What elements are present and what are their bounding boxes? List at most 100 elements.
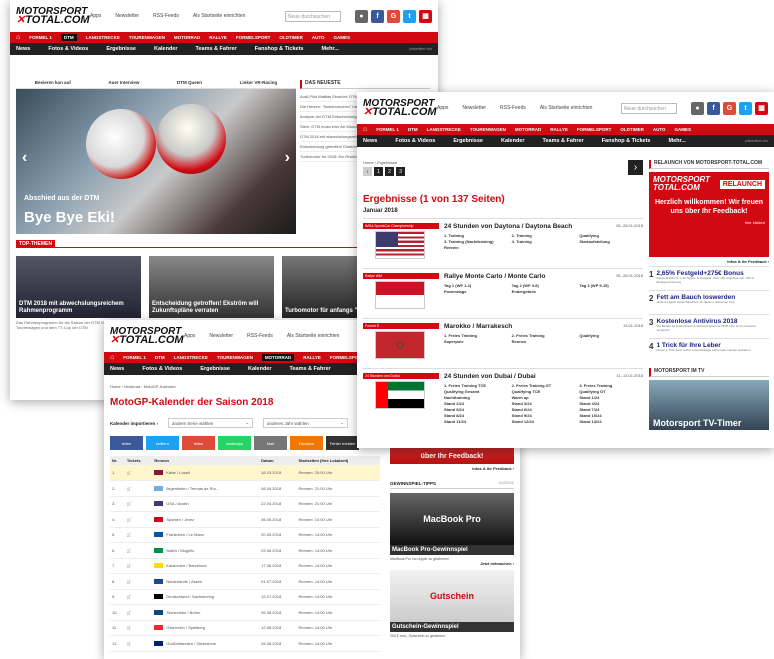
nav2-ergebnisse[interactable]: Ergebnisse	[453, 138, 483, 144]
nav-auto[interactable]: AUTO	[312, 35, 325, 40]
ticket-icon[interactable]: 🛒	[124, 620, 153, 636]
relaunch-more-link[interactable]: hier klicken	[653, 220, 765, 225]
session-link[interactable]: Stand 11/24	[444, 419, 508, 424]
session-link[interactable]: Stand 4/24	[579, 401, 643, 406]
nav-formel1[interactable]: FORMEL 1	[376, 127, 399, 132]
googleplus-icon[interactable]: G	[723, 101, 736, 115]
race-name[interactable]: Marokko / Marrakesch	[444, 323, 512, 330]
hero-tab[interactable]: Auer Interview	[108, 80, 139, 85]
ticket-icon[interactable]: 🛒	[124, 604, 153, 621]
top-link-apps[interactable]: Apps	[184, 333, 195, 339]
ticket-icon[interactable]: 🛒	[124, 589, 153, 605]
googleplus-icon[interactable]: G	[387, 9, 400, 23]
session-link[interactable]: Stand 6/24	[512, 407, 576, 412]
table-row[interactable]: 3. 🛒 USA / Austin 22.04.2018 Rennen: 21:00 U…	[110, 496, 380, 512]
nav-formel1[interactable]: FORMEL 1	[123, 355, 146, 360]
table-row[interactable]: 7. 🛒 Katalonien / Barcelona 17.06.2018 Renne…	[110, 558, 380, 574]
top-link-newsletter[interactable]: Newsletter	[115, 13, 139, 19]
gewinnspiel-title[interactable]: MacBook Pro-Gewinnspiel	[390, 545, 514, 555]
page-link[interactable]: 3	[396, 167, 405, 176]
table-row[interactable]: 9. 🛒 Deutschland / Sachsenring 15.07.2018 Re…	[110, 589, 380, 605]
hero-tab[interactable]: Linker VR-Racing	[240, 80, 278, 85]
nav-tourenwagen[interactable]: TOURENWAGEN	[129, 35, 165, 40]
ticket-icon[interactable]: 🛒	[124, 558, 153, 574]
top-link-newsletter[interactable]: Newsletter	[462, 105, 486, 111]
site-logo[interactable]: MOTORSPORT ✕TOTAL.COM	[363, 99, 437, 118]
join-link[interactable]: Jetzt mitmachen ›	[390, 561, 514, 566]
session-link[interactable]: Startaufstellung	[579, 239, 643, 244]
race-cell[interactable]: Großbritannien / Silverstone	[152, 635, 260, 652]
nav-games[interactable]: GAMES	[675, 127, 692, 132]
nav2-ergebnisse[interactable]: Ergebnisse	[200, 366, 230, 372]
macbook-image[interactable]: MacBook Pro	[390, 493, 514, 545]
table-row[interactable]: 5. 🛒 Frankreich / Le Mans 20.05.2018 Rennen:…	[110, 527, 380, 543]
hero-tab[interactable]: Besieren kan auf	[35, 80, 71, 85]
nav-formel1[interactable]: FORMEL 1	[29, 35, 52, 40]
table-row[interactable]: 12. 🛒 Großbritannien / Silverstone 26.08.20…	[110, 635, 380, 652]
voucher-image[interactable]: Gutschein	[390, 570, 514, 622]
session-link[interactable]: 2. Freies Training GT	[512, 383, 576, 388]
session-link[interactable]	[512, 245, 576, 250]
session-link[interactable]: Qualifying	[579, 233, 643, 238]
top-link-rss[interactable]: RSS-Feeds	[500, 105, 526, 111]
report-error-button[interactable]: Fehler melden	[326, 436, 359, 450]
table-row[interactable]: 11. 🛒 Österreich / Spielberg 12.08.2018 Renn…	[110, 620, 380, 636]
race-cell[interactable]: Niederlande / Assen	[152, 573, 260, 590]
ticket-icon[interactable]: 🛒	[124, 511, 153, 528]
table-row[interactable]: 1. 🛒 Katar / Losail 18.03.2018 Rennen: 20:00…	[110, 465, 380, 481]
session-link[interactable]: Tag 3 (WP 9-15)	[579, 283, 643, 288]
session-link[interactable]: Superpole	[444, 339, 508, 344]
share-googleplus-button[interactable]: teilen	[182, 436, 215, 450]
session-link[interactable]: Qualifying	[579, 333, 643, 338]
session-link[interactable]: Stand 5/24	[444, 407, 508, 412]
site-logo[interactable]: MOTORSPORT ✕TOTAL.COM	[16, 7, 90, 26]
hero-title[interactable]: Bye Bye Eki!	[24, 209, 115, 226]
hero-slider[interactable]: ‹ › Abschied aus der DTM Bye Bye Eki!	[16, 89, 296, 234]
nav-motorrad[interactable]: MOTORRAD	[515, 127, 541, 132]
nav2-kalender[interactable]: Kalender	[154, 46, 178, 52]
share-twitter-button[interactable]: twittern	[146, 436, 179, 450]
race-name[interactable]: 24 Stunden von Daytona / Daytona Beach	[444, 223, 572, 230]
top-link-startpage[interactable]: Als Startseite einrichten	[193, 13, 246, 19]
race-row[interactable]: Rallye WM Rallye Monte Carlo / Monte Carl…	[363, 268, 643, 318]
tv-timer-banner[interactable]: Motorsport TV-Timer	[649, 380, 769, 430]
nav2-teams[interactable]: Teams & Fahrer	[290, 366, 331, 372]
home-icon[interactable]: ⌂	[110, 354, 114, 361]
nav2-fotos[interactable]: Fotos & Videos	[142, 366, 182, 372]
session-link[interactable]: Stand 7/24	[579, 407, 643, 412]
session-link[interactable]: 1. Freies Training	[444, 333, 508, 338]
session-link[interactable]: 4. Training	[512, 239, 576, 244]
share-facebook-button[interactable]: teilen	[110, 436, 143, 450]
top-link-startpage[interactable]: Als Startseite einrichten	[540, 105, 593, 111]
nav2-teams[interactable]: Teams & Fahrer	[196, 46, 237, 52]
session-link[interactable]: Stand 1/24	[579, 395, 643, 400]
race-cell[interactable]: Katalonien / Barcelona	[152, 558, 260, 574]
nav2-teams[interactable]: Teams & Fahrer	[543, 138, 584, 144]
nav-motorrad[interactable]: MOTORRAD	[174, 35, 200, 40]
race-cell[interactable]: Frankreich / Le Mans	[152, 527, 260, 543]
nav2-news[interactable]: News	[363, 138, 377, 144]
nav-langstrecke[interactable]: LANGSTRECKE	[427, 127, 461, 132]
nav-formelsport[interactable]: FORMELSPORT	[236, 35, 271, 40]
page-link[interactable]: 2	[385, 167, 394, 176]
nav2-kalender[interactable]: Kalender	[248, 366, 272, 372]
nav-rallye[interactable]: RALLYE	[550, 127, 568, 132]
nav-games[interactable]: GAMES	[334, 35, 351, 40]
chat-icon[interactable]: ●	[355, 9, 368, 23]
race-cell[interactable]: Katar / Losail	[152, 465, 260, 481]
session-link[interactable]: Nachttraining	[444, 395, 508, 400]
checker-flag-icon[interactable]: ▦	[755, 101, 768, 115]
ad-item[interactable]: 3 Kostenlose Antivirus 2018 Die Besten 10 …	[649, 314, 769, 338]
session-link[interactable]: 1. Training	[444, 233, 508, 238]
race-cell[interactable]: Argentinien / Termas de Río...	[152, 480, 260, 497]
session-link[interactable]: Tag 1 (WP 1-2)	[444, 283, 508, 288]
session-link[interactable]: 3. Freies Training	[579, 383, 643, 388]
nav-motorrad[interactable]: MOTORRAD	[261, 354, 295, 361]
session-link[interactable]: Stand 13/24	[579, 419, 643, 424]
session-link[interactable]: Stand 12/24	[512, 419, 576, 424]
session-link[interactable]: Tag 2 (WP 3-8)	[512, 283, 576, 288]
race-name[interactable]: 24 Stunden von Dubai / Dubai	[444, 373, 536, 380]
twitter-icon[interactable]: t	[739, 101, 752, 115]
nav2-news[interactable]: News	[16, 46, 30, 52]
ad-item[interactable]: 1 2,65% Festgeld+275€ Bonus Deutschlands N…	[649, 266, 769, 290]
